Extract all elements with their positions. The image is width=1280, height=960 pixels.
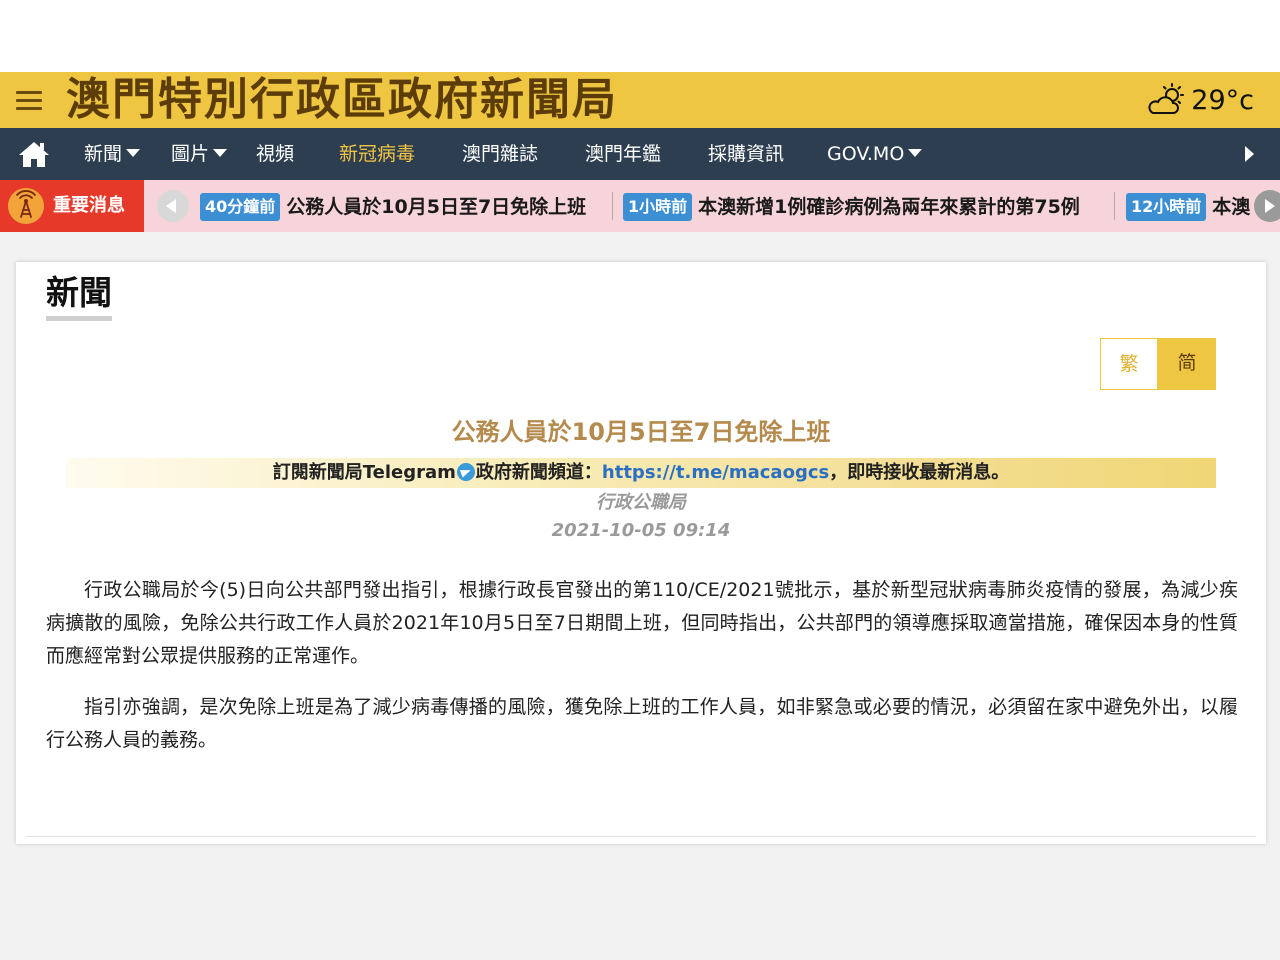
news-ticker: 重要消息 40分鐘前 公務人員於10月5日至7日免除上班 1小時前 本澳新增1例確診…	[0, 180, 1280, 232]
site-title[interactable]: 澳門特別行政區政府新聞局	[66, 74, 618, 126]
article-source: 行政公職局	[596, 492, 686, 513]
ticker-headline: 本澳	[1212, 195, 1251, 218]
ticker-next-button[interactable]	[1254, 190, 1280, 222]
home-icon[interactable]	[18, 140, 50, 168]
nav-next-arrow-icon[interactable]	[1245, 146, 1254, 162]
ticker-prev-button[interactable]	[157, 190, 189, 222]
nav-item-covid[interactable]: 新冠病毒	[339, 128, 415, 180]
ticker-item[interactable]: 1小時前 本澳新增1例確診病例為兩年來累計的第75例	[623, 180, 1080, 232]
article-paragraph: 行政公職局於今(5)日向公共部門發出指引，根據行政長官發出的第110/CE/20…	[46, 579, 1238, 667]
nav-item-photos[interactable]: 圖片	[171, 128, 228, 180]
ticker-label-text: 重要消息	[53, 195, 125, 216]
telegram-prefix: 訂閱新聞局Telegram	[272, 462, 456, 483]
nav-item-news[interactable]: 新聞	[84, 128, 141, 180]
broadcast-tower-icon	[8, 188, 44, 224]
ticker-item[interactable]: 12小時前 本澳	[1126, 180, 1250, 232]
ticker-divider	[612, 192, 613, 220]
partly-cloudy-icon	[1148, 83, 1185, 114]
hamburger-menu-icon[interactable]	[14, 87, 44, 113]
nav-item-videos[interactable]: 視頻	[256, 128, 294, 180]
card-divider	[26, 836, 1256, 837]
article-card: 新聞 繁 简 公務人員於10月5日至7日免除上班 訂閱新聞局Telegram 政府…	[16, 262, 1266, 844]
ticker-headline: 公務人員於10月5日至7日免除上班	[286, 195, 587, 218]
article-date: 2021-10-05 09:14	[551, 520, 731, 541]
nav-item-macau-yearbook[interactable]: 澳門年鑑	[585, 128, 661, 180]
ticker-label: 重要消息	[0, 180, 144, 232]
simplified-chinese-button[interactable]: 简	[1158, 338, 1216, 390]
ticker-headline: 本澳新增1例確診病例為兩年來累計的第75例	[698, 195, 1080, 218]
nav-item-procurement[interactable]: 採購資訊	[708, 128, 784, 180]
ticker-divider	[1114, 192, 1115, 220]
section-title: 新聞	[46, 272, 112, 321]
weather-widget: 29°c	[1147, 80, 1254, 120]
ticker-item[interactable]: 40分鐘前 公務人員於10月5日至7日免除上班	[200, 180, 586, 232]
article-body: 行政公職局於今(5)日向公共部門發出指引，根據行政長官發出的第110/CE/20…	[46, 574, 1238, 775]
nav-item-govmo[interactable]: GOV.MO	[827, 128, 923, 180]
time-badge: 40分鐘前	[200, 192, 281, 221]
traditional-chinese-button[interactable]: 繁	[1100, 338, 1158, 390]
chevron-down-icon	[126, 149, 141, 157]
telegram-link[interactable]: https://t.me/macaogcs	[602, 462, 829, 483]
telegram-middle: 政府新聞頻道：	[475, 462, 602, 483]
top-blank-area	[0, 0, 1280, 72]
temperature: 29°c	[1191, 84, 1254, 116]
time-badge: 1小時前	[623, 192, 693, 221]
telegram-subscribe-banner: 訂閱新聞局Telegram 政府新聞頻道：https://t.me/macaogc…	[66, 458, 1216, 488]
main-nav: 新聞 圖片 視頻 新冠病毒 澳門雜誌 澳門年鑑 採購資訊 GOV.MO	[0, 128, 1280, 180]
nav-item-macau-magazine[interactable]: 澳門雜誌	[462, 128, 538, 180]
site-header: 澳門特別行政區政府新聞局 29°c	[0, 72, 1280, 128]
article-title: 公務人員於10月5日至7日免除上班	[451, 418, 831, 446]
chevron-down-icon	[908, 149, 923, 157]
time-badge: 12小時前	[1126, 192, 1207, 221]
language-toggle: 繁 简	[1100, 338, 1216, 390]
telegram-icon	[456, 462, 475, 481]
telegram-suffix: ，即時接收最新消息。	[829, 462, 1010, 483]
article-paragraph: 指引亦強調，是次免除上班是為了減少病毒傳播的風險，獲免除上班的工作人員，如非緊急…	[46, 696, 1238, 751]
chevron-down-icon	[213, 149, 228, 157]
